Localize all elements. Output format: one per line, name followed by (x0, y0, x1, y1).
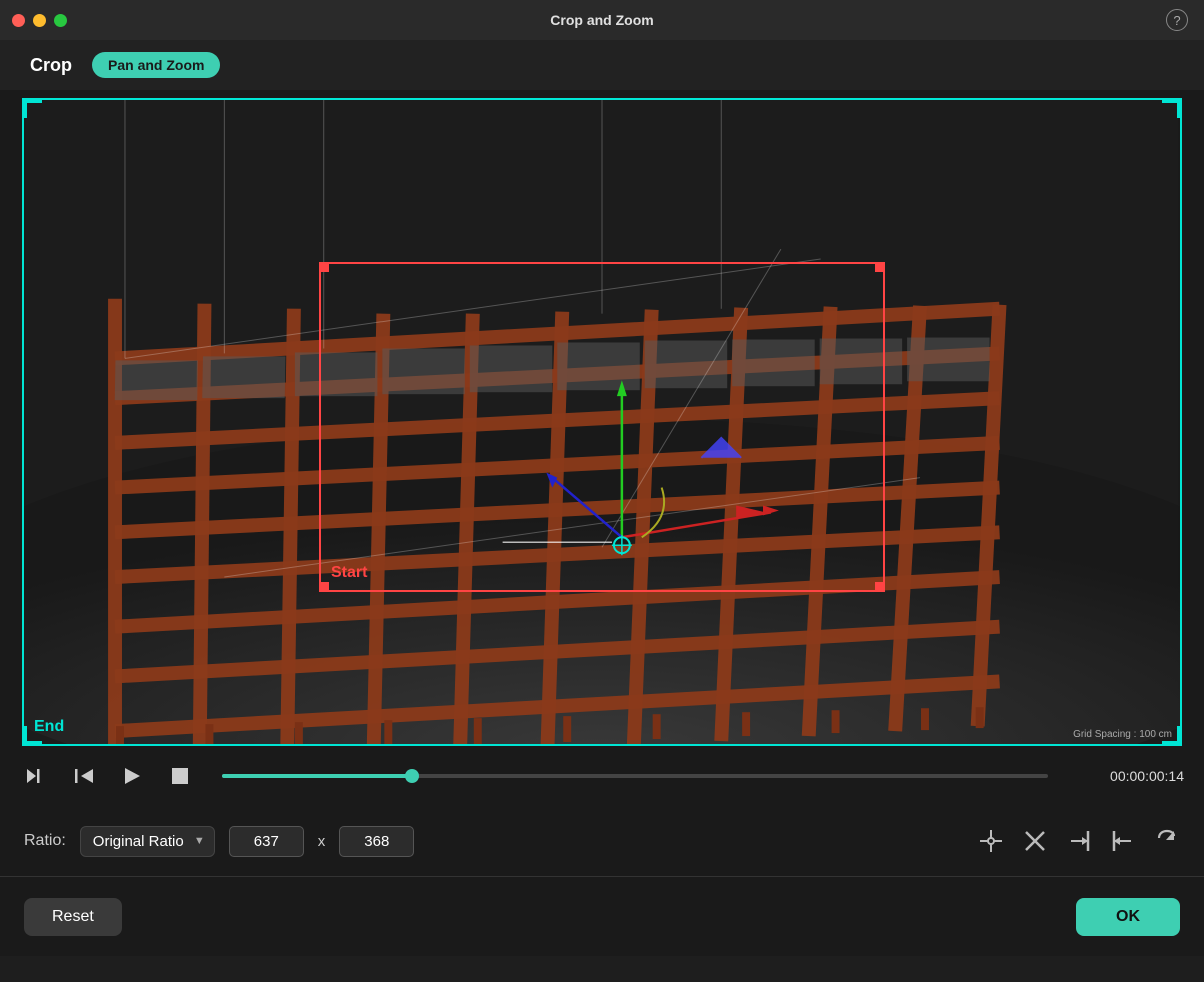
rewind-button[interactable] (20, 760, 52, 792)
crop-center-button[interactable] (978, 828, 1004, 854)
dimension-x-separator: x (318, 833, 326, 850)
reset-button[interactable]: Reset (24, 898, 122, 936)
ratio-label: Ratio: (24, 832, 66, 850)
stop-button[interactable] (164, 760, 196, 792)
play-button[interactable] (116, 760, 148, 792)
corner-tl (24, 100, 42, 118)
flip-button[interactable] (1154, 828, 1180, 854)
width-input[interactable] (229, 826, 304, 857)
step-back-button[interactable] (68, 760, 100, 792)
window-title: Crop and Zoom (550, 12, 653, 28)
ratio-select-wrapper[interactable]: Original Ratio 16:9 4:3 1:1 9:16 ▼ (80, 826, 215, 857)
start-label: Start (331, 564, 367, 582)
grid-spacing-label: Grid Spacing : 100 cm (1073, 729, 1172, 740)
timecode: 00:00:00:14 (1074, 768, 1184, 784)
corner-tr (1162, 100, 1180, 118)
close-button[interactable] (12, 14, 25, 27)
window-controls (12, 14, 67, 27)
titlebar: Crop and Zoom ? (0, 0, 1204, 40)
timeline-slider[interactable] (222, 774, 1048, 778)
align-left-button[interactable] (1110, 828, 1136, 854)
ratio-select[interactable]: Original Ratio 16:9 4:3 1:1 9:16 (80, 826, 215, 857)
align-right-button[interactable] (1066, 828, 1092, 854)
tab-bar: Crop Pan and Zoom (0, 40, 1204, 90)
timeline-fill (222, 774, 412, 778)
end-label: End (34, 718, 64, 736)
crop-handle-bl[interactable] (319, 582, 329, 592)
maximize-button[interactable] (54, 14, 67, 27)
height-input[interactable] (339, 826, 414, 857)
crop-handle-br[interactable] (875, 582, 885, 592)
playback-controls: 00:00:00:14 (0, 746, 1204, 806)
tab-pan-and-zoom[interactable]: Pan and Zoom (92, 52, 220, 78)
video-preview: Start End Grid Spacing : 100 cm (22, 98, 1182, 746)
help-button[interactable]: ? (1166, 9, 1188, 31)
ok-button[interactable]: OK (1076, 898, 1180, 936)
ratio-action-icons (978, 828, 1180, 854)
bottom-bar: Reset OK (0, 876, 1204, 956)
tab-crop[interactable]: Crop (30, 55, 72, 76)
minimize-button[interactable] (33, 14, 46, 27)
timeline-thumb[interactable] (405, 769, 419, 783)
ratio-bar: Ratio: Original Ratio 16:9 4:3 1:1 9:16 … (0, 806, 1204, 876)
crop-free-button[interactable] (1022, 828, 1048, 854)
crop-region[interactable]: Start (319, 262, 885, 592)
crop-handle-tl[interactable] (319, 262, 329, 272)
crop-handle-tr[interactable] (875, 262, 885, 272)
scene: Start (24, 100, 1180, 744)
